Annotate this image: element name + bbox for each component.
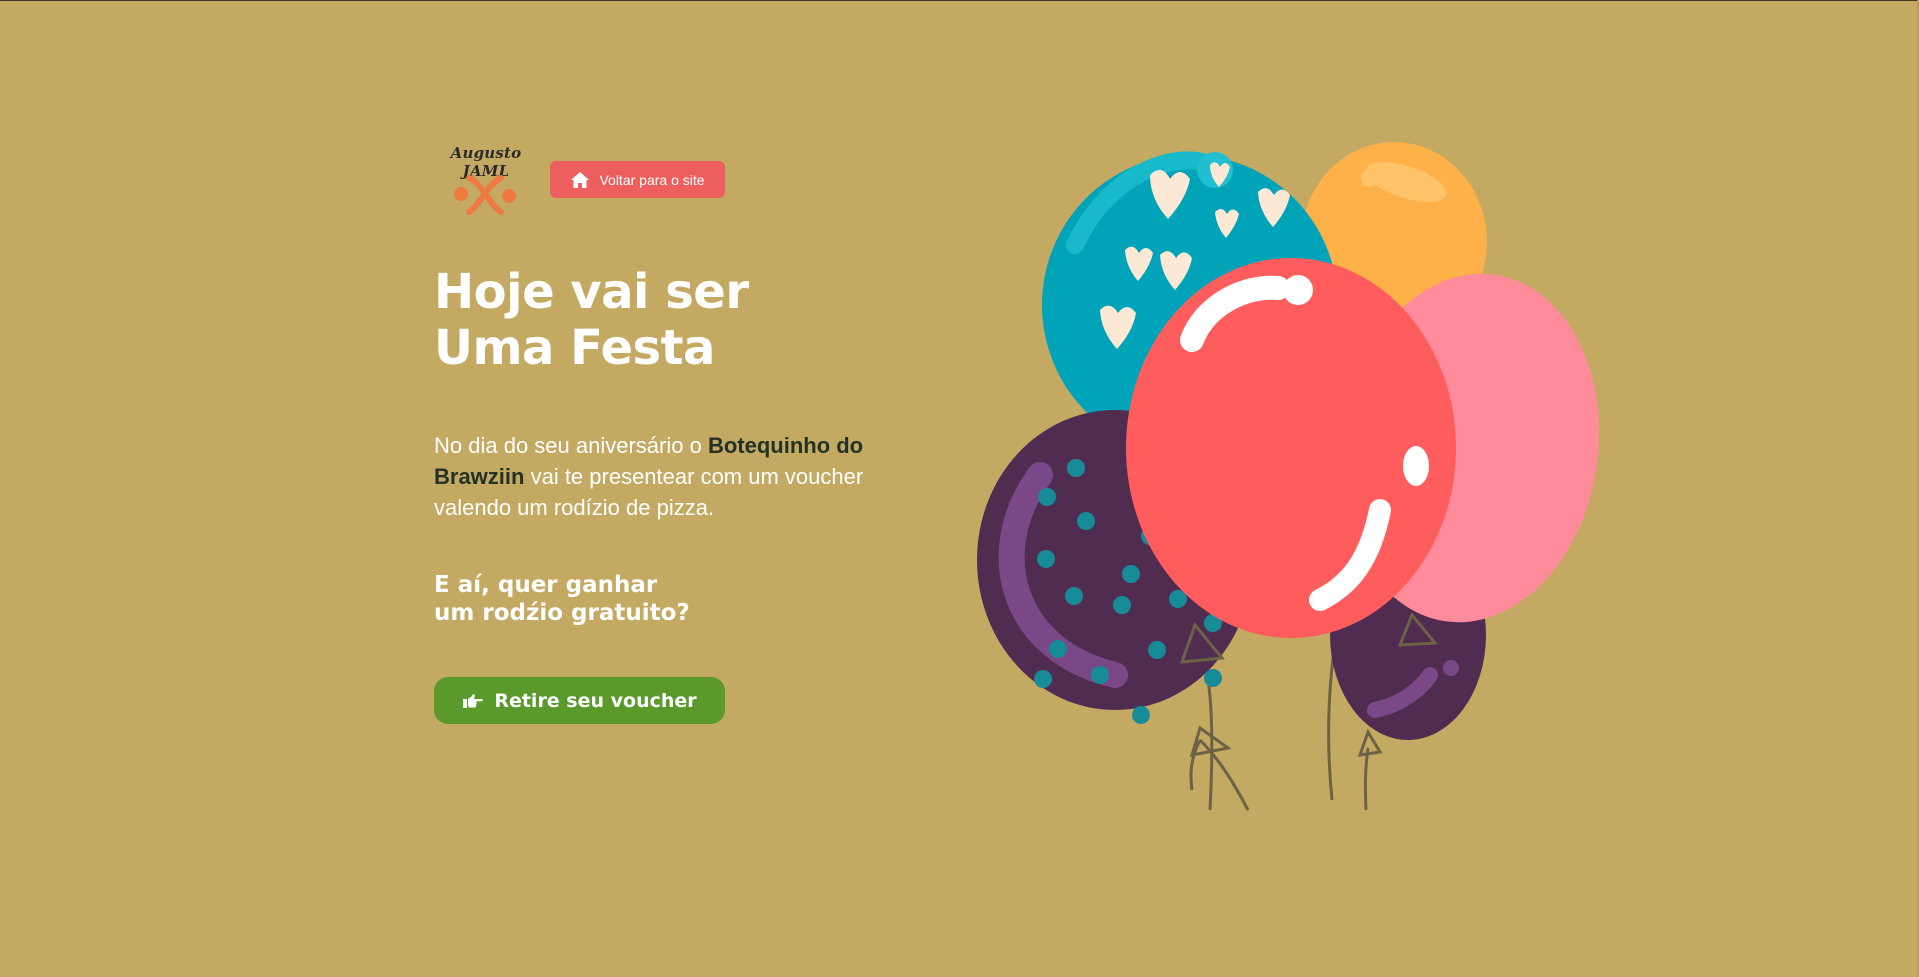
get-voucher-label: Retire seu voucher xyxy=(494,689,697,712)
title-line-1: Hoje vai ser xyxy=(434,264,749,320)
logo[interactable]: Augusto JAML xyxy=(434,144,538,220)
hero-section: Augusto JAML Voltar para o site Hoje vai… xyxy=(434,140,914,724)
question-line-1: E aí, quer ganhar xyxy=(434,572,658,598)
page-title: Hoje vai ser Uma Festa xyxy=(434,264,914,376)
description-part-1: No dia do seu aniversário o xyxy=(434,433,708,458)
header-row: Augusto JAML Voltar para o site xyxy=(434,140,914,220)
question-line-2: um rodźio gratuito? xyxy=(434,600,690,626)
swirl-logo-icon xyxy=(454,175,516,215)
back-to-site-button[interactable]: Voltar para o site xyxy=(550,161,725,198)
top-border xyxy=(0,0,1919,1)
back-button-label: Voltar para o site xyxy=(599,171,705,188)
question-heading: E aí, quer ganhar um rodźio gratuito? xyxy=(434,571,914,627)
balloons-illustration xyxy=(977,142,1600,811)
pointing-hand-icon xyxy=(463,693,484,708)
home-icon xyxy=(571,171,590,188)
get-voucher-button[interactable]: Retire seu voucher xyxy=(434,677,725,724)
description: No dia do seu aniversário o Botequinho d… xyxy=(434,430,904,523)
title-line-2: Uma Festa xyxy=(434,320,715,376)
